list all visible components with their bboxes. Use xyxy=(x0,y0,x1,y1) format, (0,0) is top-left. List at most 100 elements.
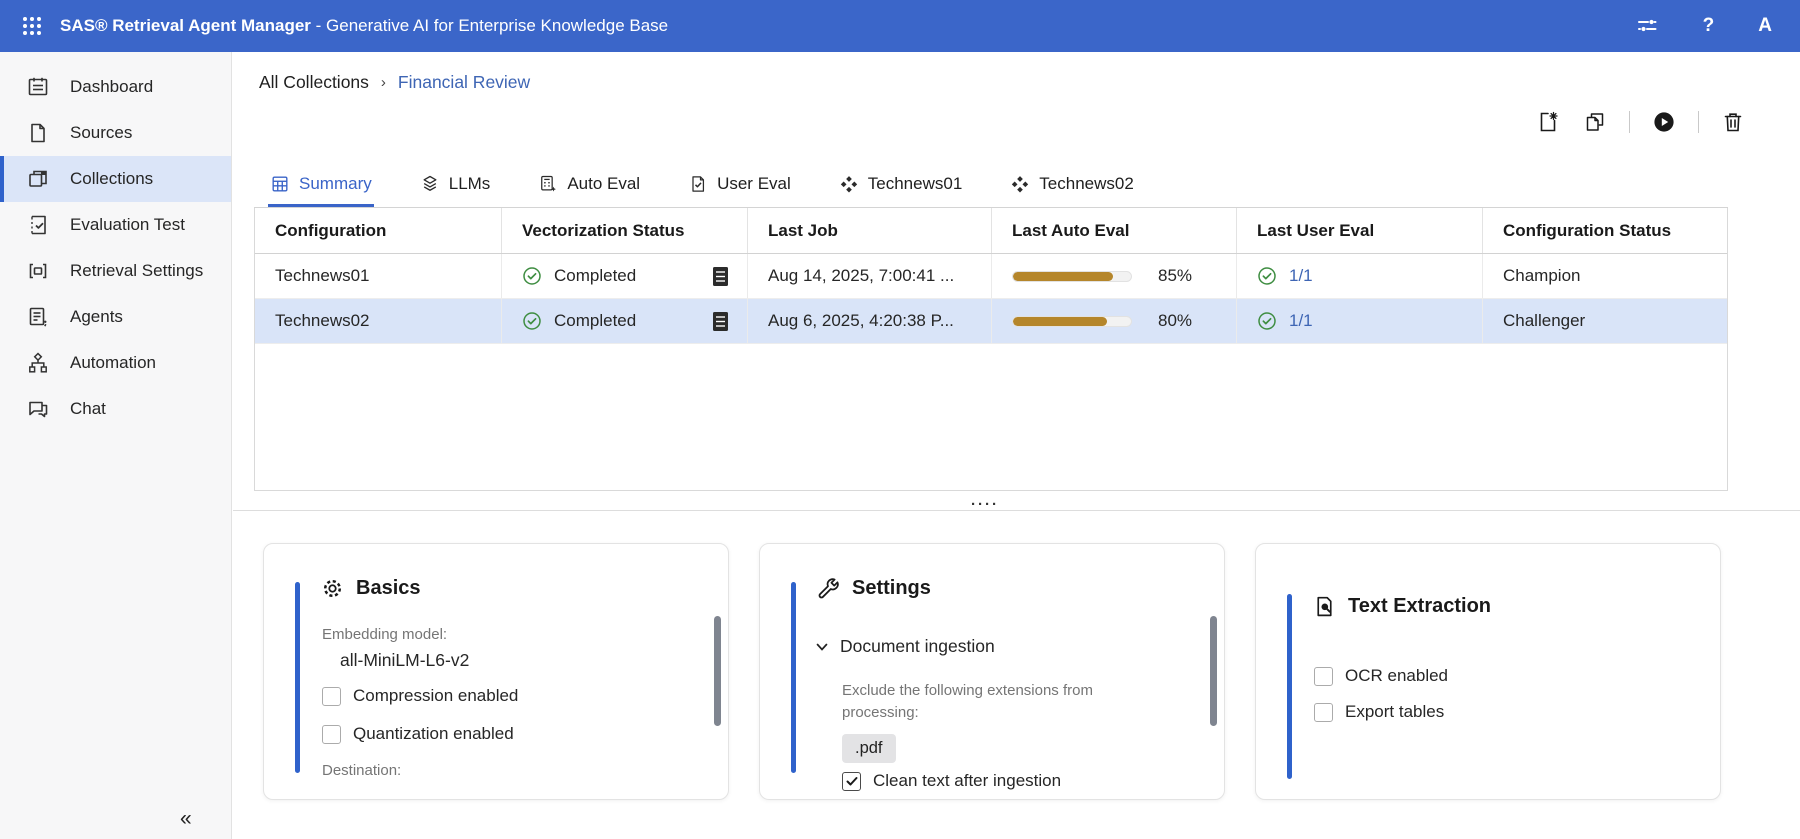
checkbox-checked xyxy=(842,772,861,791)
copy-icon[interactable] xyxy=(1583,110,1607,134)
breadcrumb: All Collections › Financial Review xyxy=(259,72,530,93)
sidebar-item-label: Automation xyxy=(70,353,156,373)
cell-last-user-eval: 1/1 xyxy=(1237,254,1483,298)
document-ingestion-section[interactable]: Document ingestion xyxy=(814,636,995,657)
tab-technews01[interactable]: Technews01 xyxy=(837,164,965,207)
sidebar-item-chat[interactable]: Chat xyxy=(0,386,231,432)
user-eval-link[interactable]: 1/1 xyxy=(1289,266,1313,286)
summary-grid-icon xyxy=(270,174,290,194)
auto-eval-percent: 85% xyxy=(1158,266,1192,286)
tab-label: Technews01 xyxy=(868,174,963,194)
panel-splitter[interactable] xyxy=(233,510,1800,511)
success-check-icon xyxy=(522,266,542,286)
job-log-icon[interactable] xyxy=(712,311,729,332)
basics-card-title: Basics xyxy=(320,576,421,601)
column-header-configuration: Configuration xyxy=(255,208,502,253)
tab-strip: Summary LLMs Auto Eval xyxy=(254,164,1728,208)
tab-auto-eval[interactable]: Auto Eval xyxy=(536,164,642,207)
gear-icon xyxy=(320,576,345,601)
sidebar-item-evaluation-test[interactable]: Evaluation Test xyxy=(0,202,231,248)
splitter-drag-handle[interactable]: ···· xyxy=(971,498,999,512)
card-scrollbar[interactable] xyxy=(1210,616,1217,726)
tab-user-eval[interactable]: User Eval xyxy=(686,164,793,207)
sidebar-item-dashboard[interactable]: Dashboard xyxy=(0,64,231,110)
sidebar: Dashboard Sources Collections xyxy=(0,52,232,839)
cell-vectorization-status: Completed xyxy=(502,254,748,298)
cell-vectorization-status: Completed xyxy=(502,299,748,343)
sidebar-item-label: Collections xyxy=(70,169,153,189)
sidebar-item-sources[interactable]: Sources xyxy=(0,110,231,156)
calculator-icon xyxy=(538,174,558,194)
compression-enabled-checkbox[interactable]: Compression enabled xyxy=(322,686,518,706)
success-check-icon xyxy=(1257,311,1277,331)
tab-label: LLMs xyxy=(449,174,491,194)
ocr-enabled-checkbox[interactable]: OCR enabled xyxy=(1314,666,1448,686)
sidebar-item-label: Agents xyxy=(70,307,123,327)
success-check-icon xyxy=(1257,266,1277,286)
run-icon[interactable] xyxy=(1652,110,1676,134)
app-title-subtitle: - Generative AI for Enterprise Knowledge… xyxy=(316,16,668,35)
destination-label: Destination: xyxy=(322,762,401,779)
text-extraction-card-title: Text Extraction xyxy=(1312,594,1491,619)
table-row-technews01[interactable]: Technews01 Completed Aug 14, 2025, 7:00: xyxy=(255,254,1727,299)
sidebar-item-retrieval-settings[interactable]: Retrieval Settings xyxy=(0,248,231,294)
cell-last-job: Aug 6, 2025, 4:20:38 P... xyxy=(748,299,992,343)
tab-llms[interactable]: LLMs xyxy=(418,164,493,207)
card-title-text: Text Extraction xyxy=(1348,595,1491,618)
column-header-last-job: Last Job xyxy=(748,208,992,253)
diamond-cluster-icon xyxy=(1010,174,1030,194)
basics-card: Basics Embedding model: all-MiniLM-L6-v2… xyxy=(263,543,729,800)
collections-icon xyxy=(26,167,50,191)
checklist-icon xyxy=(26,213,50,237)
cell-last-job: Aug 14, 2025, 7:00:41 ... xyxy=(748,254,992,298)
tab-label: Technews02 xyxy=(1039,174,1134,194)
app-launcher-icon[interactable] xyxy=(20,14,44,38)
cell-configuration-status: Challenger xyxy=(1483,299,1727,343)
checkbox-unchecked xyxy=(1314,703,1333,722)
cell-last-auto-eval: 80% xyxy=(992,299,1237,343)
auto-eval-percent: 80% xyxy=(1158,311,1192,331)
delete-icon[interactable] xyxy=(1721,110,1745,134)
tab-label: Auto Eval xyxy=(567,174,640,194)
vectorization-status-text: Completed xyxy=(554,311,636,331)
exclude-extensions-text: Exclude the following extensions from pr… xyxy=(842,680,1152,724)
help-icon[interactable]: ? xyxy=(1703,15,1715,37)
user-eval-link[interactable]: 1/1 xyxy=(1289,311,1313,331)
card-title-text: Basics xyxy=(356,577,421,600)
sidebar-item-automation[interactable]: Automation xyxy=(0,340,231,386)
new-configuration-icon[interactable] xyxy=(1537,110,1561,134)
sidebar-item-agents[interactable]: Agents xyxy=(0,294,231,340)
tab-label: Summary xyxy=(299,174,372,194)
agent-doc-icon xyxy=(26,305,50,329)
auto-eval-progress-bar xyxy=(1012,316,1132,327)
breadcrumb-current[interactable]: Financial Review xyxy=(398,72,530,93)
sidebar-item-label: Evaluation Test xyxy=(70,215,185,235)
card-accent-bar xyxy=(791,582,796,773)
cell-configuration: Technews01 xyxy=(255,254,502,298)
main-content: All Collections › Financial Review xyxy=(233,52,1800,839)
sidebar-item-label: Chat xyxy=(70,399,106,419)
embedding-model-label: Embedding model: xyxy=(322,626,447,643)
sidebar-item-collections[interactable]: Collections xyxy=(0,156,231,202)
quantization-enabled-checkbox[interactable]: Quantization enabled xyxy=(322,724,514,744)
card-title-text: Settings xyxy=(852,577,931,600)
card-accent-bar xyxy=(295,582,300,773)
avatar[interactable]: A xyxy=(1758,15,1772,37)
chevron-down-icon xyxy=(814,639,830,655)
job-log-icon[interactable] xyxy=(712,266,729,287)
tab-summary[interactable]: Summary xyxy=(268,164,374,207)
toolbar-divider xyxy=(1629,111,1630,133)
breadcrumb-all-collections[interactable]: All Collections xyxy=(259,72,369,93)
app-title-main: SAS® Retrieval Agent Manager xyxy=(60,16,311,35)
tab-technews02[interactable]: Technews02 xyxy=(1008,164,1136,207)
cell-last-user-eval: 1/1 xyxy=(1237,299,1483,343)
breadcrumb-separator: › xyxy=(381,74,386,91)
clean-text-checkbox[interactable]: Clean text after ingestion xyxy=(842,771,1061,791)
export-tables-checkbox[interactable]: Export tables xyxy=(1314,702,1444,722)
preferences-sliders-icon[interactable] xyxy=(1635,14,1659,38)
section-label: Document ingestion xyxy=(840,636,995,657)
sidebar-collapse-button[interactable]: « xyxy=(180,807,191,831)
table-row-technews02[interactable]: Technews02 Completed Aug 6, 2025, 4:20:3 xyxy=(255,299,1727,344)
chat-icon xyxy=(26,397,50,421)
card-scrollbar[interactable] xyxy=(714,616,721,726)
